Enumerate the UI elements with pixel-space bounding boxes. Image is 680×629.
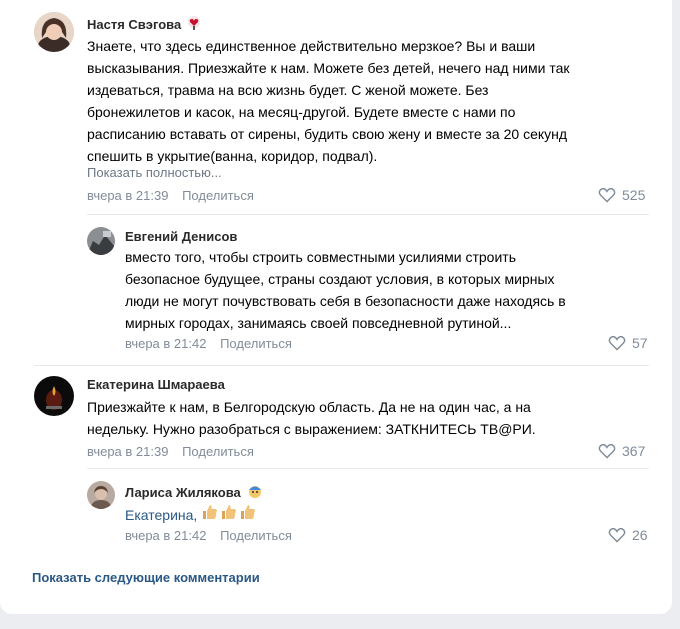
comment: Екатерина Шмараева Приезжайте к нам, в Б…: [0, 366, 672, 468]
share-button[interactable]: Поделиться: [220, 528, 292, 543]
comment-line: спешить в укрытие(ванна, коридор, подвал…: [87, 148, 378, 164]
comment-line: Знаете, что здесь единственное действите…: [87, 38, 536, 54]
comment-meta: вчера в 21:42 Поделиться: [125, 528, 292, 543]
comment-meta: вчера в 21:42 Поделиться: [125, 336, 292, 351]
comment: Настя Свэгова Знаете, что здесь единстве…: [0, 0, 672, 210]
avatar[interactable]: [34, 12, 74, 52]
comment-time[interactable]: вчера в 21:42: [125, 528, 206, 543]
author-name[interactable]: Екатерина Шмараева: [87, 377, 225, 392]
share-button[interactable]: Поделиться: [182, 444, 254, 459]
author-name[interactable]: Настя Свэгова: [87, 17, 181, 32]
like-button[interactable]: 57: [608, 335, 648, 351]
reply-comment: Евгений Денисов вместо того, чтобы строи…: [0, 215, 672, 365]
author-name[interactable]: Лариса Жилякова: [125, 485, 241, 500]
heart-badge-icon: [187, 15, 201, 34]
thumbs-up-icon: [239, 503, 257, 527]
comment-line: Приезжайте к нам, в Белгородскую область…: [87, 399, 531, 415]
comment-author[interactable]: Евгений Денисов: [125, 229, 237, 244]
comment-line: вместо того, чтобы строить совместными у…: [125, 249, 516, 265]
like-count: 367: [622, 443, 646, 459]
comment-text: Приезжайте к нам, в Белгородскую область…: [87, 396, 536, 440]
comment-line: недельку. Нужно разобраться с выражением…: [87, 421, 536, 437]
comment-line: бронежилетов и касок, на месяц-другой. Б…: [87, 104, 516, 120]
comment-author[interactable]: Екатерина Шмараева: [87, 377, 225, 392]
like-count: 57: [632, 335, 648, 351]
like-count: 26: [632, 527, 648, 543]
comment-line: Екатерина,: [125, 503, 258, 527]
comment-author[interactable]: Настя Свэгова: [87, 15, 201, 34]
comment-text: Знаете, что здесь единственное действите…: [87, 35, 570, 167]
comment-time[interactable]: вчера в 21:42: [125, 336, 206, 351]
thumbs-up-icon: [201, 503, 219, 527]
comment-meta: вчера в 21:39 Поделиться: [87, 444, 254, 459]
reply-to-link[interactable]: Екатерина,: [125, 504, 197, 526]
comment-time[interactable]: вчера в 21:39: [87, 188, 168, 203]
comments-card: Настя Свэгова Знаете, что здесь единстве…: [0, 0, 672, 614]
comment-author[interactable]: Лариса Жилякова: [125, 483, 263, 502]
avatar[interactable]: [34, 376, 74, 416]
heart-icon: [608, 335, 626, 351]
share-button[interactable]: Поделиться: [220, 336, 292, 351]
like-button[interactable]: 26: [608, 527, 648, 543]
heart-icon: [608, 527, 626, 543]
share-button[interactable]: Поделиться: [182, 188, 254, 203]
avatar[interactable]: [87, 227, 115, 255]
heart-icon: [598, 187, 616, 203]
comment-text: вместо того, чтобы строить совместными у…: [125, 246, 566, 334]
comment-line: расписанию вставать от сирены, будить св…: [87, 126, 568, 142]
face-badge-icon: [247, 483, 263, 502]
comment-time[interactable]: вчера в 21:39: [87, 444, 168, 459]
comment-line: высказывания. Приезжайте к нам. Можете б…: [87, 60, 570, 76]
thumbs-up-icon: [220, 503, 238, 527]
heart-icon: [598, 443, 616, 459]
avatar[interactable]: [87, 481, 115, 509]
comment-meta: вчера в 21:39 Поделиться: [87, 188, 254, 203]
like-button[interactable]: 525: [598, 187, 645, 203]
author-name[interactable]: Евгений Денисов: [125, 229, 237, 244]
reaction-emoji-group: [201, 503, 258, 527]
show-next-comments-button[interactable]: Показать следующие комментарии: [32, 570, 260, 585]
comment-line: мирных городах, занимаясь своей повседне…: [125, 315, 512, 331]
comment-line: люди не могут почувствовать себя в безоп…: [125, 293, 566, 309]
show-full-link[interactable]: Показать полностью...: [87, 165, 222, 180]
comment-line: издеваться, травма на всю жизнь будет. С…: [87, 82, 489, 98]
like-count: 525: [622, 187, 646, 203]
comment-line: безопасное будущее, страны создают услов…: [125, 271, 555, 287]
like-button[interactable]: 367: [598, 443, 645, 459]
comment-text: Екатерина,: [125, 503, 258, 527]
reply-comment: Лариса Жилякова Екатерина, вчера в 21:42: [0, 469, 672, 554]
